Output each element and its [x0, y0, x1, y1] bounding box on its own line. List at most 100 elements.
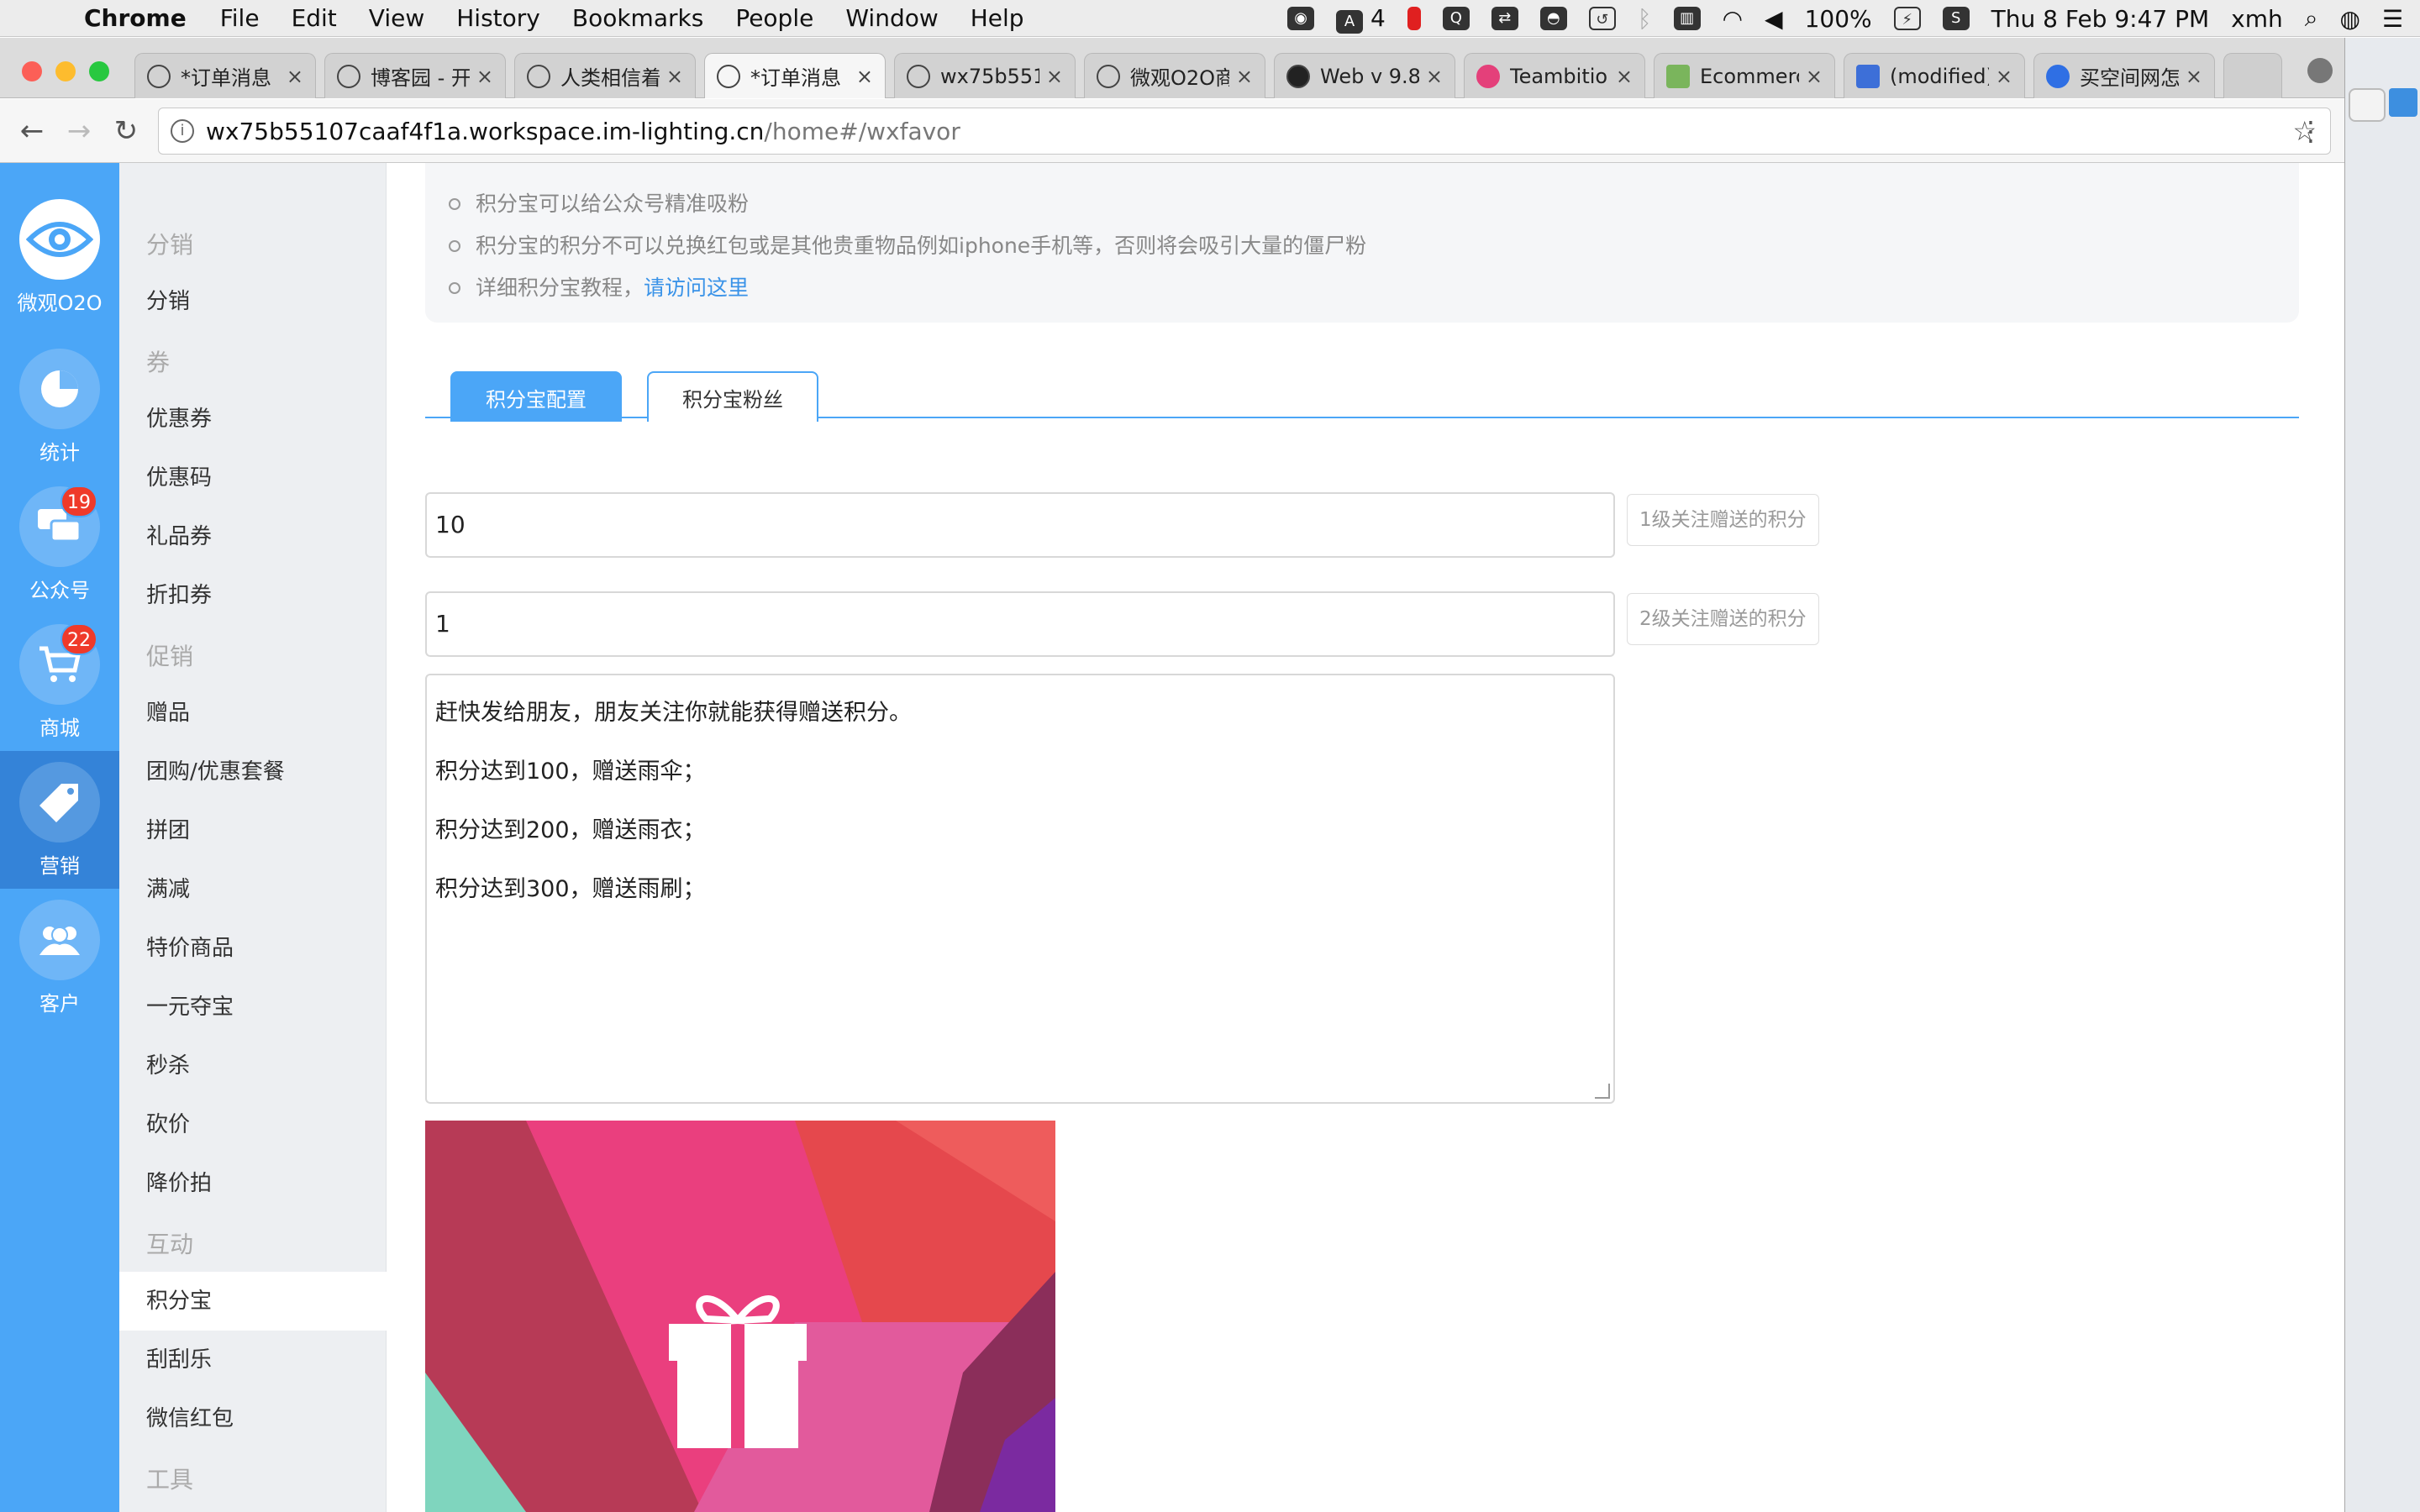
browser-tab[interactable]: 人类相信着 × [514, 53, 696, 98]
menu-file[interactable]: File [220, 4, 260, 32]
teamviewer-icon[interactable]: ⇄ [1491, 7, 1518, 30]
menu-item-coupon[interactable]: 优惠券 [119, 390, 387, 449]
menu-item-wechat-red-packet[interactable]: 微信红包 [119, 1389, 387, 1448]
resize-handle-icon[interactable] [1595, 1084, 1610, 1099]
tab-points-config[interactable]: 积分宝配置 [450, 371, 622, 422]
level2-points-input[interactable]: 1 [425, 591, 1615, 657]
menu-edit[interactable]: Edit [292, 4, 337, 32]
wechat-icon[interactable]: ◉ [1287, 7, 1315, 30]
tab-title: wx75b551 [940, 64, 1039, 88]
tutorial-link[interactable]: 请访问这里 [644, 276, 749, 300]
adobe-status[interactable]: A 4 [1336, 4, 1386, 34]
menu-item-price-drop[interactable]: 降价拍 [119, 1154, 387, 1213]
nav-mall[interactable]: 22 商城 [0, 613, 119, 751]
menu-item-gift[interactable]: 赠品 [119, 684, 387, 743]
new-tab-button[interactable] [2223, 53, 2282, 98]
spotlight-icon[interactable]: ⌕ [2305, 4, 2318, 33]
browser-tab[interactable]: 买空间网怎 × [2033, 53, 2215, 98]
menu-help[interactable]: Help [971, 4, 1024, 32]
menu-group-coupons: 券 [146, 349, 171, 376]
folder-icon[interactable] [2389, 88, 2417, 117]
menu-bookmarks[interactable]: Bookmarks [572, 4, 703, 32]
tab-close-icon[interactable]: × [1426, 65, 1443, 88]
browser-tab[interactable]: Ecommerce × [1654, 53, 1835, 98]
browser-tab[interactable]: (modified) × [1844, 53, 2025, 98]
siri-icon[interactable]: ◍ [2339, 5, 2360, 33]
menu-item-scratch-card[interactable]: 刮刮乐 [119, 1331, 387, 1389]
battery-icon[interactable]: ⚡ [1893, 7, 1921, 30]
menu-item-special-price[interactable]: 特价商品 [119, 919, 387, 978]
tab-close-icon[interactable]: × [287, 65, 303, 88]
tab-close-icon[interactable]: × [1806, 65, 1823, 88]
menu-item-discount-voucher[interactable]: 折扣券 [119, 566, 387, 625]
menu-item-full-reduction[interactable]: 满减 [119, 860, 387, 919]
nav-marketing[interactable]: 营销 [0, 751, 119, 889]
volume-icon[interactable]: ◀ [1765, 5, 1783, 33]
browser-tab[interactable]: Teambition × [1464, 53, 1645, 98]
browser-tab[interactable]: 博客园 - 开 × [324, 53, 506, 98]
wifi-icon[interactable]: ◠ [1723, 5, 1743, 33]
browser-tab[interactable]: wx75b551 × [894, 53, 1076, 98]
share-message-textarea[interactable]: 赶快发给朋友，朋友关注你就能获得赠送积分。 积分达到100，赠送雨伞； 积分达到… [425, 674, 1615, 1104]
close-window-button[interactable] [22, 61, 42, 81]
memory-icon[interactable]: ▥ [1673, 7, 1701, 30]
tab-close-icon[interactable]: × [476, 65, 493, 88]
minimize-window-button[interactable] [55, 61, 76, 81]
menu-window[interactable]: Window [845, 4, 938, 32]
qq-icon[interactable]: Q [1442, 7, 1470, 30]
url-host: wx75b55107caaf4f1a.workspace.im-lighting… [206, 117, 765, 145]
tab-title: (modified) [1890, 64, 1989, 88]
profile-icon[interactable] [2307, 58, 2333, 83]
logo[interactable]: 微观O2O [0, 188, 119, 326]
nav-customers[interactable]: 客户 [0, 889, 119, 1026]
time-machine-icon[interactable]: ↺ [1588, 7, 1616, 30]
menu-history[interactable]: History [456, 4, 540, 32]
tab-close-icon[interactable]: × [1046, 65, 1063, 88]
tab-close-icon[interactable]: × [666, 65, 683, 88]
tag-icon [19, 761, 100, 843]
menu-item-pintuan[interactable]: 拼团 [119, 801, 387, 860]
menu-app-chrome[interactable]: Chrome [84, 4, 187, 32]
tab-points-fans[interactable]: 积分宝粉丝 [647, 371, 818, 422]
chrome-menu-icon[interactable]: ⋮ [2297, 115, 2324, 147]
browser-tab[interactable]: 微观O2O商 × [1084, 53, 1265, 98]
forward-icon[interactable]: → [55, 114, 103, 148]
tip-prefix: 详细积分宝教程， [476, 276, 644, 300]
menu-item-group-buy[interactable]: 团购/优惠套餐 [119, 743, 387, 801]
menu-item-coupon-code[interactable]: 优惠码 [119, 449, 387, 507]
reload-icon[interactable]: ↻ [103, 114, 150, 148]
zoom-window-button[interactable] [89, 61, 109, 81]
tab-close-icon[interactable]: × [1616, 65, 1633, 88]
sogou-input-icon[interactable]: S [1942, 7, 1970, 30]
bluetooth-icon[interactable]: ᛒ [1638, 5, 1652, 33]
notification-center-icon[interactable]: ☰ [2382, 5, 2403, 33]
menu-people[interactable]: People [735, 4, 813, 32]
browser-tab[interactable]: Web v 9.8 × [1274, 53, 1455, 98]
nav-official-account[interactable]: 19 公众号 [0, 475, 119, 613]
tab-close-icon[interactable]: × [1236, 65, 1253, 88]
site-info-icon[interactable]: i [171, 119, 194, 143]
menu-item-one-yuan[interactable]: 一元夺宝 [119, 978, 387, 1037]
address-bar[interactable]: i wx75b55107caaf4f1a.workspace.im-lighti… [158, 108, 2331, 155]
tab-favicon-icon [1286, 64, 1310, 88]
browser-tab[interactable]: *订单消息 × [134, 53, 316, 98]
hat-icon[interactable]: ◓ [1539, 7, 1567, 30]
level1-points-hint: 1级关注赠送的积分 [1627, 494, 1819, 546]
menu-view[interactable]: View [369, 4, 424, 32]
level1-points-input[interactable]: 10 [425, 492, 1615, 558]
back-icon[interactable]: ← [8, 114, 55, 148]
menu-item-gift-voucher[interactable]: 礼品券 [119, 507, 387, 566]
tab-close-icon[interactable]: × [2186, 65, 2202, 88]
tab-close-icon[interactable]: × [856, 65, 873, 88]
clock[interactable]: Thu 8 Feb 9:47 PM [1991, 5, 2210, 33]
browser-tab-active[interactable]: *订单消息 × [704, 53, 886, 98]
nav-stats[interactable]: 统计 [0, 338, 119, 475]
level2-points-hint: 2级关注赠送的积分 [1627, 593, 1819, 645]
menu-item-flash-sale[interactable]: 秒杀 [119, 1037, 387, 1095]
menu-item-points-treasure[interactable]: 积分宝 [119, 1272, 387, 1331]
tab-close-icon[interactable]: × [1996, 65, 2012, 88]
menu-item-bargain[interactable]: 砍价 [119, 1095, 387, 1154]
menu-item-distribution[interactable]: 分销 [119, 272, 387, 331]
user-name[interactable]: xmh [2231, 5, 2283, 33]
parallels-icon[interactable] [1407, 7, 1421, 30]
